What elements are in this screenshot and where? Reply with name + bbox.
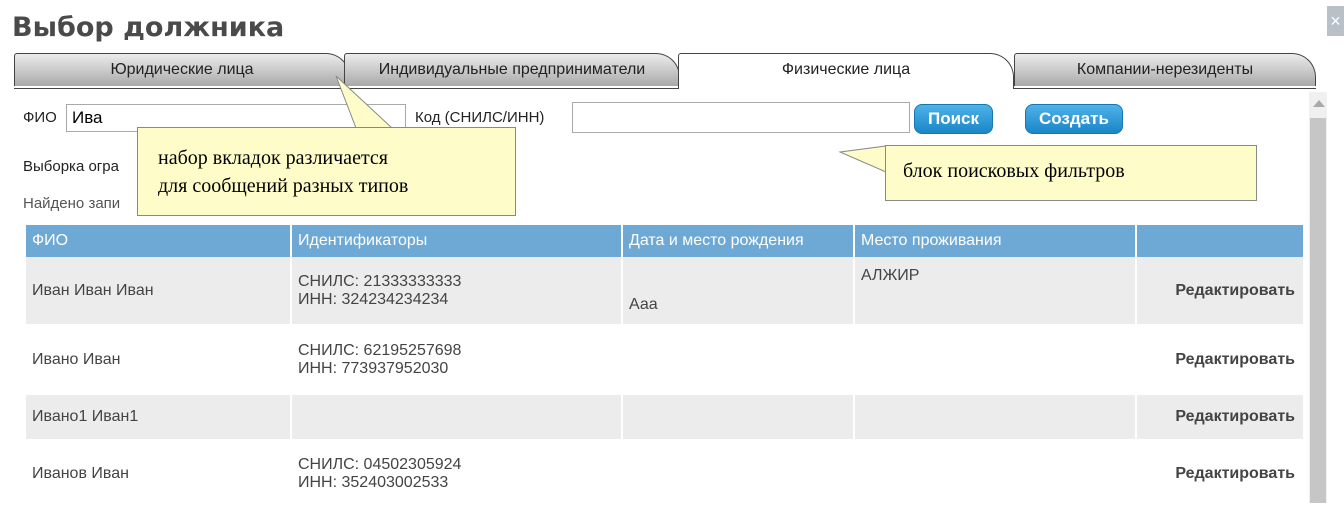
cell-identifiers: СНИЛС: 62195257698 ИНН: 773937952030 — [292, 326, 623, 395]
code-label: Код (СНИЛС/ИНН) — [415, 109, 545, 126]
tabs-note-callout: набор вкладок различается для сообщений … — [137, 127, 516, 216]
cell-snils: СНИЛС: 21333333333 — [298, 272, 462, 290]
tab-individuals[interactable]: Физические лица — [678, 53, 1014, 89]
table-row[interactable]: Иван Иван Иван СНИЛС: 21333333333 ИНН: 3… — [26, 257, 1305, 326]
cell-snils: СНИЛС: 62195257698 — [298, 341, 462, 359]
tabs-note-line1: набор вкладок различается — [158, 147, 388, 169]
fio-label: ФИО — [23, 109, 57, 126]
close-icon[interactable]: × — [1327, 6, 1344, 36]
cell-identifiers — [292, 395, 623, 441]
edit-link[interactable]: Редактировать — [1137, 441, 1305, 509]
found-count: Найдено запи — [23, 195, 121, 212]
cell-inn: ИНН: 324234234234 — [298, 290, 449, 308]
dialog-title: Выбор должника — [12, 12, 285, 43]
filters-callout-pointer — [838, 145, 887, 173]
debtors-table: ФИО Идентификаторы Дата и место рождения… — [26, 225, 1305, 509]
cell-residence — [855, 326, 1137, 395]
table-row[interactable]: Ивано1 Иван1 Редактировать — [26, 395, 1305, 441]
filters-note-callout: блок поисковых фильтров — [885, 145, 1257, 201]
cell-identifiers: СНИЛС: 21333333333 ИНН: 324234234234 — [292, 257, 623, 326]
cell-identifiers: СНИЛС: 04502305924 ИНН: 352403002533 — [292, 441, 623, 509]
edit-link[interactable]: Редактировать — [1137, 257, 1305, 326]
cell-fio: Ивано1 Иван1 — [26, 395, 292, 441]
limit-info: Выборка огра — [23, 158, 119, 175]
column-header-actions — [1137, 225, 1305, 257]
scroll-up-icon[interactable] — [1313, 100, 1325, 107]
cell-birth — [623, 326, 855, 395]
cell-inn: ИНН: 352403002533 — [298, 474, 449, 491]
tab-individual-entrepreneurs[interactable]: Индивидуальные предприниматели — [344, 53, 680, 86]
edit-link[interactable]: Редактировать — [1137, 326, 1305, 395]
cell-birth: Ааа — [623, 257, 855, 326]
search-button[interactable]: Поиск — [914, 104, 994, 134]
code-input[interactable] — [572, 102, 910, 133]
cell-inn: ИНН: 773937952030 — [298, 359, 449, 377]
column-header-identifiers: Идентификаторы — [292, 225, 623, 257]
cell-fio: Иванов Иван — [26, 441, 292, 509]
table-header-row: ФИО Идентификаторы Дата и место рождения… — [26, 225, 1305, 257]
tab-legal-entities[interactable]: Юридические лица — [14, 53, 350, 86]
column-header-birth: Дата и место рождения — [623, 225, 855, 257]
cell-birth — [623, 441, 855, 509]
tab-non-resident-companies[interactable]: Компании-нерезиденты — [1014, 53, 1316, 86]
cell-fio: Ивано Иван — [26, 326, 292, 395]
create-button[interactable]: Создать — [1025, 104, 1123, 134]
tabs-note-line2: для сообщений разных типов — [158, 175, 409, 197]
cell-residence — [855, 395, 1137, 441]
cell-birth — [623, 395, 855, 441]
cell-snils: СНИЛС: 04502305924 — [298, 456, 462, 473]
tab-bar: Юридические лица Индивидуальные предприн… — [14, 53, 1316, 90]
cell-residence — [855, 441, 1137, 509]
edit-link[interactable]: Редактировать — [1137, 395, 1305, 441]
column-header-fio: ФИО — [26, 225, 292, 257]
column-header-residence: Место проживания — [855, 225, 1137, 257]
cell-residence: АЛЖИР — [855, 257, 1137, 326]
scrollbar-thumb[interactable] — [1310, 118, 1326, 503]
cell-fio: Иван Иван Иван — [26, 257, 292, 326]
table-row[interactable]: Ивано Иван СНИЛС: 62195257698 ИНН: 77393… — [26, 326, 1305, 395]
tabs-divider — [14, 88, 1316, 89]
table-row[interactable]: Иванов Иван СНИЛС: 04502305924 ИНН: 3524… — [26, 441, 1305, 509]
